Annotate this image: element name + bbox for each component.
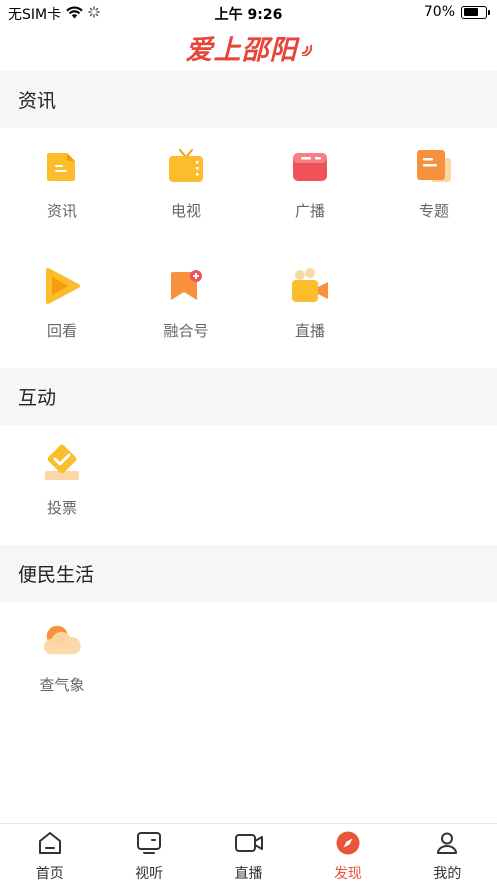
battery-icon xyxy=(461,5,490,19)
vote-icon xyxy=(42,443,82,483)
entry-playback[interactable]: 回看 xyxy=(0,248,124,368)
compass-icon xyxy=(335,830,361,860)
nav-label: 视听 xyxy=(135,866,164,882)
bottom-nav: 首页 视听 直播 发现 我的 xyxy=(0,823,497,883)
signal-wave-icon xyxy=(300,32,312,63)
entry-label: 融合号 xyxy=(163,322,209,340)
radio-icon xyxy=(290,146,330,186)
entry-label: 广播 xyxy=(294,202,325,220)
entry-label: 直播 xyxy=(294,322,325,340)
user-icon xyxy=(434,830,460,860)
nav-label: 发现 xyxy=(333,866,362,882)
nav-home[interactable]: 首页 xyxy=(0,824,99,883)
tv-screen-icon xyxy=(135,830,163,860)
discover-content: 资讯 资讯 电视 广播 专题 回看 融合号 直播 互动 投票 便民生活 查气象 xyxy=(0,71,497,722)
entry-weather[interactable]: 查气象 xyxy=(0,602,124,722)
entry-label: 查气象 xyxy=(39,676,85,694)
home-icon xyxy=(37,830,63,860)
battery-percent: 70% xyxy=(423,4,455,20)
weather-icon xyxy=(42,620,82,660)
section-interact: 投票 xyxy=(0,425,497,545)
entry-news[interactable]: 资讯 xyxy=(0,128,124,248)
topic-icon xyxy=(414,146,454,186)
section-service: 查气象 xyxy=(0,602,497,722)
nav-live[interactable]: 直播 xyxy=(199,824,298,883)
section-title-service: 便民生活 xyxy=(0,545,497,602)
nav-label: 我的 xyxy=(433,866,462,882)
section-news: 资讯 电视 广播 专题 回看 融合号 直播 xyxy=(0,128,497,368)
live-camera-icon xyxy=(290,266,330,306)
app-header: 爱上邵阳 xyxy=(0,24,497,70)
app-logo: 爱上邵阳 xyxy=(186,28,312,67)
entry-label: 投票 xyxy=(46,499,77,517)
entry-label: 回看 xyxy=(46,322,77,340)
entry-label: 电视 xyxy=(170,202,201,220)
entry-label: 专题 xyxy=(418,202,449,220)
video-camera-icon xyxy=(234,830,264,860)
media-account-icon xyxy=(166,266,206,306)
tv-icon xyxy=(166,146,206,186)
playback-icon xyxy=(42,266,82,306)
status-bar: 无SIM卡 上午 9:26 70% xyxy=(0,0,497,26)
entry-topic[interactable]: 专题 xyxy=(372,128,496,248)
entry-radio[interactable]: 广播 xyxy=(248,128,372,248)
entry-live[interactable]: 直播 xyxy=(248,248,372,368)
nav-audiovisual[interactable]: 视听 xyxy=(99,824,198,883)
section-title-news: 资讯 xyxy=(0,71,497,128)
entry-label: 资讯 xyxy=(46,202,77,220)
entry-tv[interactable]: 电视 xyxy=(124,128,248,248)
nav-label: 直播 xyxy=(234,866,263,882)
entry-media-account[interactable]: 融合号 xyxy=(124,248,248,368)
entry-vote[interactable]: 投票 xyxy=(0,425,124,545)
nav-label: 首页 xyxy=(35,866,64,882)
section-title-interact: 互动 xyxy=(0,368,497,425)
nav-discover[interactable]: 发现 xyxy=(298,824,397,883)
nav-mine[interactable]: 我的 xyxy=(398,824,497,883)
logo-text: 爱上邵阳 xyxy=(185,34,298,65)
status-time: 上午 9:26 xyxy=(214,7,283,23)
news-doc-icon xyxy=(42,146,82,186)
